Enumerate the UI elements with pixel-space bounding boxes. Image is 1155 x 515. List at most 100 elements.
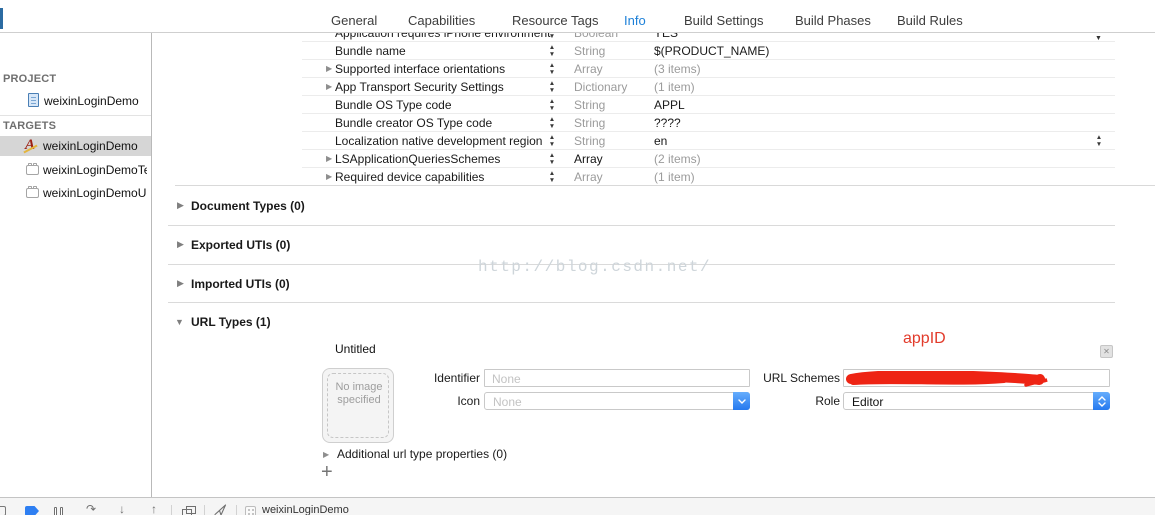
tab-resource-tags[interactable]: Resource Tags	[512, 13, 598, 28]
key-stepper-icon[interactable]: ▲▼	[548, 44, 556, 58]
identifier-field[interactable]: None	[484, 369, 750, 387]
simulate-location-icon[interactable]	[214, 504, 227, 515]
plist-row[interactable]: ▶Supported interface orientations ▲▼ Array…	[302, 60, 1115, 78]
plist-type[interactable]: Array	[574, 152, 603, 166]
icon-popup[interactable]: None	[484, 392, 750, 410]
disclosure-triangle-icon[interactable]: ▶	[177, 278, 184, 289]
scheme-app-icon	[245, 506, 256, 515]
plist-value[interactable]: (1 item)	[654, 170, 695, 184]
disclosure-triangle-icon[interactable]: ▼	[175, 317, 184, 327]
plist-type[interactable]: String	[574, 44, 605, 58]
add-url-type-button[interactable]: +	[321, 461, 333, 484]
plist-value[interactable]: (1 item)	[654, 80, 695, 94]
plist-value[interactable]: $(PRODUCT_NAME)	[654, 44, 769, 58]
plist-key[interactable]: Bundle creator OS Type code	[335, 116, 492, 130]
plist-value[interactable]: YES	[654, 33, 678, 40]
key-stepper-icon[interactable]: ▲▼	[548, 152, 556, 166]
disclosure-triangle-icon[interactable]: ▶	[326, 172, 332, 181]
plist-row[interactable]: ▶App Transport Security Settings ▲▼ Dictio…	[302, 78, 1115, 96]
key-stepper-icon[interactable]: ▲▼	[548, 62, 556, 76]
plist-row[interactable]: ▶Application requires iPhone environment…	[302, 33, 1115, 42]
step-out-icon[interactable]: ↑	[151, 502, 157, 515]
plist-value[interactable]: (2 items)	[654, 152, 701, 166]
plist-type[interactable]: String	[574, 134, 605, 148]
plist-key[interactable]: Application requires iPhone environment	[335, 33, 550, 40]
tab-bar: General Capabilities Resource Tags Info Buil…	[0, 0, 1155, 33]
key-stepper-icon[interactable]: ▲▼	[548, 80, 556, 94]
test-target-icon	[26, 162, 39, 175]
plist-row[interactable]: ▶Bundle name▲▼String$(PRODUCT_NAME)	[302, 42, 1115, 60]
tab-general[interactable]: General	[331, 13, 377, 28]
url-type-name[interactable]: Untitled	[335, 342, 376, 356]
target-item-label[interactable]: weixinLoginDemo	[43, 139, 138, 153]
additional-properties-label[interactable]: Additional url type properties (0)	[337, 447, 507, 461]
plist-value[interactable]: en	[654, 134, 667, 148]
disclosure-triangle-icon[interactable]: ▶	[323, 450, 329, 459]
disclosure-triangle-icon[interactable]: ▶	[326, 82, 332, 91]
plist-row[interactable]: ▶Required device capabilities ▲▼ Array (1 i…	[302, 168, 1115, 186]
sidebar-content-divider[interactable]	[151, 33, 152, 497]
key-stepper-icon[interactable]: ▲▼	[548, 33, 556, 40]
scheme-name-label[interactable]: weixinLoginDemo	[262, 504, 349, 515]
plist-row[interactable]: ▶LSApplicationQueriesSchemes ▲▼ Array (2 it…	[302, 150, 1115, 168]
close-icon[interactable]: ✕	[1100, 345, 1113, 358]
identifier-placeholder: None	[492, 372, 521, 386]
disclosure-triangle-icon[interactable]: ▶	[177, 239, 184, 250]
plist-row[interactable]: ▶Bundle creator OS Type code▲▼String????	[302, 114, 1115, 132]
section-header-url-types-1[interactable]: URL Types (1)	[191, 315, 271, 329]
plist-type[interactable]: String	[574, 116, 605, 130]
plist-row[interactable]: ▶Bundle OS Type code▲▼StringAPPL	[302, 96, 1115, 114]
plist-type[interactable]: Boolean	[574, 33, 618, 40]
app-target-icon: A	[25, 137, 40, 154]
key-stepper-icon[interactable]: ▲▼	[548, 116, 556, 130]
breakpoints-toggle-icon[interactable]	[25, 506, 39, 515]
url-type-image-well[interactable]: No image specified	[322, 368, 394, 443]
plist-key[interactable]: Bundle OS Type code	[335, 98, 452, 112]
project-item-label[interactable]: weixinLoginDemo	[44, 94, 139, 108]
plist-key[interactable]: Localization native development region	[335, 134, 542, 148]
step-over-icon[interactable]: ↷	[86, 502, 96, 515]
target-item-label[interactable]: weixinLoginDemoUI...	[43, 186, 147, 200]
step-into-icon[interactable]: ↓	[119, 502, 125, 515]
plist-type[interactable]: Array	[574, 170, 603, 184]
value-dropdown-icon[interactable]: ▼	[1095, 35, 1102, 42]
plist-key[interactable]: Required device capabilities	[335, 170, 484, 184]
tab-info[interactable]: Info	[624, 13, 646, 28]
project-file-icon	[28, 93, 39, 107]
target-item-label[interactable]: weixinLoginDemoTe...	[43, 163, 147, 177]
plist-value[interactable]: ????	[654, 116, 681, 130]
view-hierarchy-icon[interactable]	[182, 506, 197, 515]
key-stepper-icon[interactable]: ▲▼	[548, 170, 556, 184]
plist-key[interactable]: Bundle name	[335, 44, 406, 58]
debug-area-toggle-button[interactable]	[0, 506, 6, 515]
plist-value[interactable]: APPL	[654, 98, 685, 112]
plist-key[interactable]: App Transport Security Settings	[335, 80, 504, 94]
plist-type[interactable]: Array	[574, 62, 603, 76]
key-stepper-icon[interactable]: ▲▼	[548, 98, 556, 112]
plist-row[interactable]: ▶Localization native development region▲…	[302, 132, 1115, 150]
tab-build-phases[interactable]: Build Phases	[795, 13, 871, 28]
disclosure-triangle-icon[interactable]: ▶	[177, 200, 184, 211]
pause-icon[interactable]	[54, 505, 66, 515]
plist-value[interactable]: (3 items)	[654, 62, 701, 76]
role-popup-value: Editor	[852, 395, 883, 409]
tab-build-rules[interactable]: Build Rules	[897, 13, 963, 28]
value-stepper-icon[interactable]: ▲▼	[1095, 134, 1103, 148]
role-popup[interactable]: Editor	[843, 392, 1110, 410]
plist-type[interactable]: Dictionary	[574, 80, 627, 94]
chevron-up-down-icon[interactable]	[1093, 392, 1110, 410]
section-header-document-types-0[interactable]: Document Types (0)	[191, 199, 305, 213]
tab-capabilities[interactable]: Capabilities	[408, 13, 475, 28]
project-section-header: PROJECT	[3, 73, 56, 85]
section-header-imported-utis-0[interactable]: Imported UTIs (0)	[191, 277, 290, 291]
plist-type[interactable]: String	[574, 98, 605, 112]
disclosure-triangle-icon[interactable]: ▶	[326, 154, 332, 163]
key-stepper-icon[interactable]: ▲▼	[548, 134, 556, 148]
icon-label: Icon	[390, 394, 480, 408]
url-schemes-field[interactable]	[843, 369, 1110, 387]
disclosure-triangle-icon[interactable]: ▶	[326, 64, 332, 73]
tab-build-settings[interactable]: Build Settings	[684, 13, 764, 28]
plist-key[interactable]: Supported interface orientations	[335, 62, 505, 76]
plist-key[interactable]: LSApplicationQueriesSchemes	[335, 152, 500, 166]
section-header-exported-utis-0[interactable]: Exported UTIs (0)	[191, 238, 290, 252]
